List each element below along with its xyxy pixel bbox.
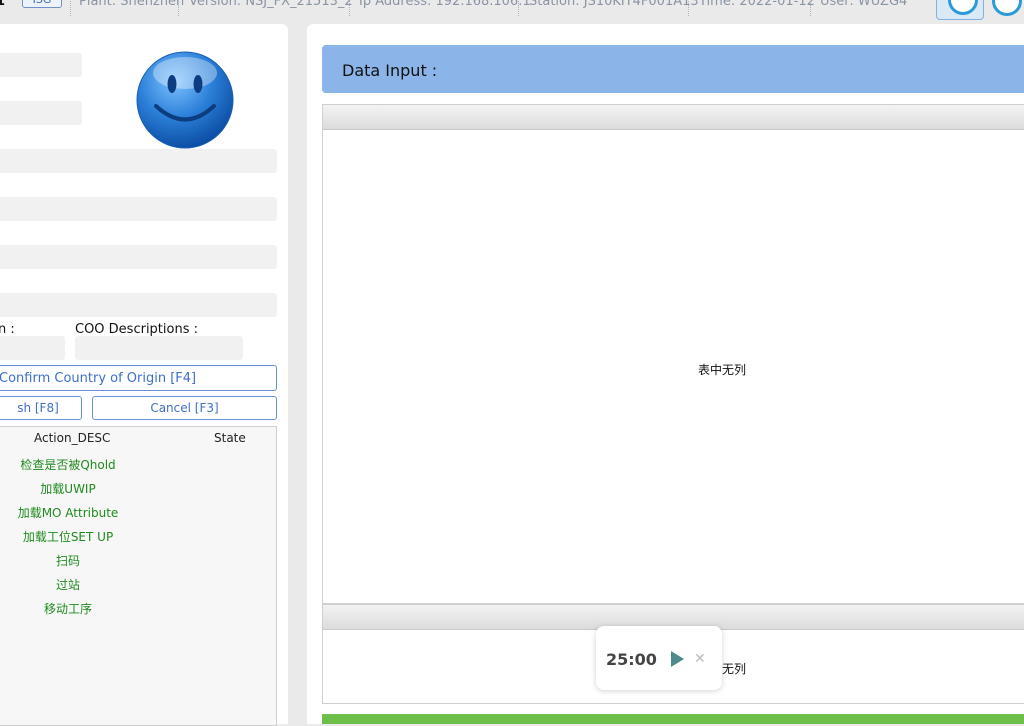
info-field-4[interactable] [0,197,277,221]
timer-display: 25:00 [606,650,657,669]
version-info: Version: NSJ_FX_21513_2 [189,0,353,9]
app-brand: 1 [0,0,6,9]
grid-empty-message: 无列 [722,662,747,676]
table-row[interactable]: 过站 [0,576,136,593]
table-row[interactable]: 移动工序 [0,600,136,617]
table-row[interactable]: 加载工位SET UP [0,528,136,545]
origin-label: n : [0,322,15,337]
divider [178,0,180,16]
data-grid-main[interactable]: 表中无列 [322,104,1024,604]
divider [70,0,72,16]
grid-empty-message: 表中无列 [698,363,747,377]
status-bar [322,714,1024,724]
confirm-country-of-origin-button[interactable]: Confirm Country of Origin [F4] [0,365,277,391]
origin-input[interactable] [0,336,65,360]
cancel-button[interactable]: Cancel [F3] [92,396,277,420]
column-header-state: State [214,431,246,445]
time-info: Time: 2022-01-12 [699,0,815,9]
table-row[interactable]: 加载MO Attribute [0,504,136,521]
table-row[interactable]: 检查是否被Qhold [0,456,136,473]
info-field-5[interactable] [0,245,277,269]
info-field-1[interactable] [0,53,82,77]
divider [349,0,351,16]
plant-info: Plant: Shenzhen [79,0,185,9]
data-input-title: Data Input : [342,61,438,80]
close-icon[interactable]: ✕ [694,651,706,667]
top-status-bar: 1 ISG Plant: Shenzhen Version: NSJ_FX_21… [0,0,1024,18]
divider [688,0,690,16]
table-row[interactable]: 扫码 [0,552,136,569]
timer-widget: 25:00 ✕ [596,626,722,690]
exit-icon [992,0,1022,16]
divider [810,0,812,16]
ip-address-info: Ip Address: 192.168.106.1 [359,0,531,9]
data-input-header: Data Input : [322,45,1024,93]
refresh-button[interactable]: sh [F8] [0,396,82,420]
info-field-2[interactable] [0,101,82,125]
coo-descriptions-input[interactable] [75,336,243,360]
grid-header [323,105,1024,130]
toolbar-exit-button[interactable] [992,0,1024,18]
isg-badge: ISG [22,0,62,8]
divider [518,0,520,16]
power-icon [948,0,978,15]
smiley-status-icon [136,51,234,149]
action-table: Action_DESC State 检查是否被Qhold 加载UWIP 加载MO… [0,426,277,726]
user-info: User: WUZG4 [820,0,908,9]
column-header-action-desc: Action_DESC [34,431,111,445]
info-field-6[interactable] [0,293,277,317]
table-row[interactable]: 加载UWIP [0,480,136,497]
play-icon[interactable] [669,650,685,668]
info-field-3[interactable] [0,149,277,173]
toolbar-action-button[interactable] [936,0,984,20]
station-info: Station: JS10KIT4F001A13 [529,0,699,9]
coo-descriptions-label: COO Descriptions : [75,322,198,337]
